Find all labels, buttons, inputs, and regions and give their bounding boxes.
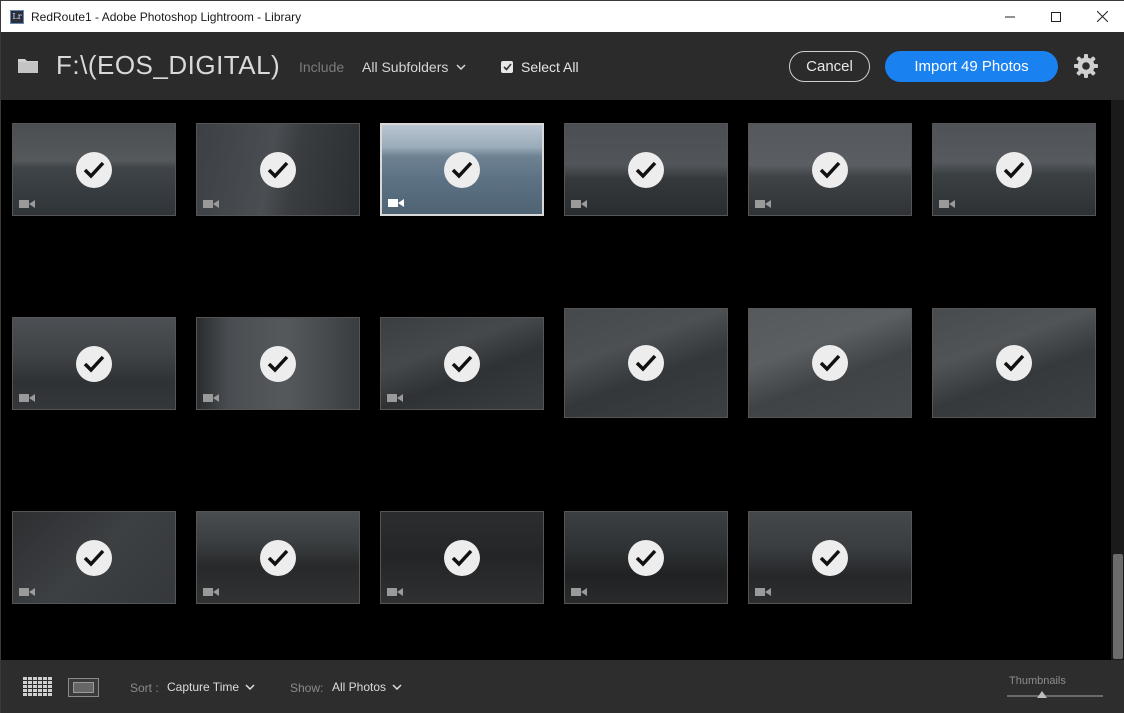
folder-icon[interactable] xyxy=(17,56,39,74)
thumbnail-item[interactable] xyxy=(932,123,1096,216)
window-controls xyxy=(987,1,1124,32)
import-header: F:\(EOS_DIGITAL) Include All Subfolders … xyxy=(1,32,1124,100)
check-icon[interactable] xyxy=(996,345,1032,381)
video-camera-icon xyxy=(571,200,587,208)
show-label: Show: xyxy=(290,681,324,695)
thumbnail-item[interactable] xyxy=(196,317,360,410)
thumbnails-size-label: Thumbnails xyxy=(1009,675,1066,687)
thumbnail-item[interactable] xyxy=(196,123,360,216)
subfolders-label: All Subfolders xyxy=(362,59,449,75)
sort-dropdown[interactable]: Capture Time xyxy=(167,680,255,694)
check-icon[interactable] xyxy=(444,345,480,382)
thumbnail-item[interactable] xyxy=(748,308,912,418)
video-camera-icon xyxy=(203,394,219,402)
check-icon[interactable] xyxy=(996,151,1032,188)
thumbnail-size-slider[interactable] xyxy=(1007,695,1103,697)
source-path[interactable]: F:\(EOS_DIGITAL) xyxy=(56,50,280,81)
check-icon[interactable] xyxy=(628,345,664,381)
sort-label: Sort : xyxy=(130,681,159,695)
minimize-button[interactable] xyxy=(987,1,1033,32)
check-icon[interactable] xyxy=(76,345,112,382)
video-camera-icon xyxy=(571,588,587,596)
show-value: All Photos xyxy=(332,680,387,694)
close-icon xyxy=(1096,11,1108,22)
thumbnail-item[interactable] xyxy=(12,317,176,410)
check-icon[interactable] xyxy=(260,539,296,576)
video-camera-icon xyxy=(755,588,771,596)
sort-value: Capture Time xyxy=(167,680,240,694)
chevron-down-icon xyxy=(392,684,402,690)
video-camera-icon xyxy=(388,199,404,207)
check-icon[interactable] xyxy=(628,539,664,576)
thumbnail-item[interactable] xyxy=(380,511,544,604)
thumbnail-item-selected[interactable] xyxy=(380,123,544,216)
maximize-button[interactable] xyxy=(1033,1,1079,32)
include-label: Include xyxy=(299,59,345,75)
slider-handle[interactable] xyxy=(1037,691,1047,698)
gear-icon[interactable] xyxy=(1073,53,1099,79)
chevron-down-icon xyxy=(245,684,255,690)
check-icon[interactable] xyxy=(76,151,112,188)
loupe-view-icon xyxy=(73,682,94,693)
thumbnail-grid xyxy=(1,100,1111,660)
footer-toolbar: Sort : Capture Time Show: All Photos Thu… xyxy=(1,660,1124,713)
check-icon[interactable] xyxy=(444,151,480,188)
scrollbar-thumb[interactable] xyxy=(1113,554,1123,659)
show-dropdown[interactable]: All Photos xyxy=(332,680,402,694)
thumbnail-item[interactable] xyxy=(380,317,544,410)
video-camera-icon xyxy=(203,588,219,596)
check-icon[interactable] xyxy=(812,539,848,576)
window-title: RedRoute1 - Adobe Photoshop Lightroom - … xyxy=(31,9,302,24)
checkbox-icon xyxy=(501,61,513,73)
check-icon[interactable] xyxy=(444,539,480,576)
loupe-view-button[interactable] xyxy=(68,678,99,697)
subfolders-dropdown[interactable]: All Subfolders xyxy=(362,59,466,75)
lightroom-import-window: Lr RedRoute1 - Adobe Photoshop Lightroom… xyxy=(0,0,1124,713)
thumbnail-item[interactable] xyxy=(748,123,912,216)
minimize-icon xyxy=(1005,16,1015,17)
video-camera-icon xyxy=(19,394,35,402)
thumbnail-item[interactable] xyxy=(748,511,912,604)
check-icon[interactable] xyxy=(812,345,848,381)
select-all-label: Select All xyxy=(521,59,579,75)
check-icon[interactable] xyxy=(812,151,848,188)
thumbnail-item[interactable] xyxy=(12,123,176,216)
thumbnail-item[interactable] xyxy=(932,308,1096,418)
check-icon[interactable] xyxy=(76,539,112,576)
close-button[interactable] xyxy=(1079,1,1124,32)
lightroom-app-icon: Lr xyxy=(10,9,24,24)
video-camera-icon xyxy=(19,200,35,208)
thumbnail-item[interactable] xyxy=(564,123,728,216)
video-camera-icon xyxy=(387,588,403,596)
title-bar: Lr RedRoute1 - Adobe Photoshop Lightroom… xyxy=(1,1,1124,32)
thumbnail-item[interactable] xyxy=(196,511,360,604)
video-camera-icon xyxy=(203,200,219,208)
maximize-icon xyxy=(1051,11,1061,22)
check-icon[interactable] xyxy=(260,345,296,382)
import-button[interactable]: Import 49 Photos xyxy=(885,51,1058,82)
grid-view-icon[interactable] xyxy=(23,677,53,697)
select-all-checkbox[interactable]: Select All xyxy=(501,59,579,75)
check-icon[interactable] xyxy=(628,151,664,188)
check-icon[interactable] xyxy=(260,151,296,188)
thumbnail-item[interactable] xyxy=(564,511,728,604)
chevron-down-icon xyxy=(456,64,466,70)
thumbnail-item[interactable] xyxy=(564,308,728,418)
video-camera-icon xyxy=(19,588,35,596)
video-camera-icon xyxy=(755,200,771,208)
thumbnail-item[interactable] xyxy=(12,511,176,604)
cancel-button[interactable]: Cancel xyxy=(789,51,870,82)
video-camera-icon xyxy=(939,200,955,208)
video-camera-icon xyxy=(387,394,403,402)
